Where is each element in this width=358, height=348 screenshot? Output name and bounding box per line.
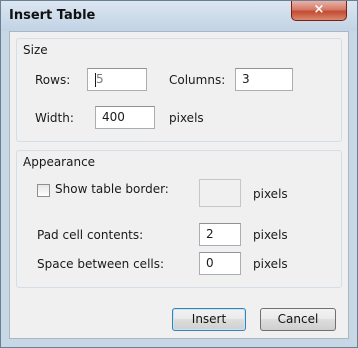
appearance-group: Appearance Show table border: pixels Pad… [16, 150, 342, 288]
show-border-label[interactable]: Show table border: [55, 182, 169, 196]
close-button[interactable]: × [291, 1, 347, 21]
close-icon: × [313, 2, 325, 17]
dialog-title: Insert Table [9, 8, 96, 23]
width-input[interactable]: 400 [95, 106, 155, 129]
columns-input[interactable]: 3 [235, 68, 293, 91]
rows-input[interactable]: 5 [87, 68, 147, 91]
padding-unit: pixels [253, 228, 288, 242]
spacing-unit: pixels [253, 257, 288, 271]
insert-button[interactable]: Insert [172, 308, 246, 331]
spacing-label: Space between cells: [37, 257, 165, 271]
show-border-checkbox[interactable] [37, 184, 50, 197]
width-unit: pixels [169, 111, 204, 125]
rows-label: Rows: [35, 73, 71, 87]
rows-value: 5 [96, 72, 104, 86]
padding-label: Pad cell contents: [37, 228, 144, 242]
spacing-input[interactable]: 0 [199, 252, 241, 275]
appearance-legend: Appearance [23, 155, 96, 169]
width-label: Width: [35, 111, 74, 125]
border-unit: pixels [253, 187, 288, 201]
title-bar[interactable]: Insert Table × [1, 1, 357, 31]
insert-table-dialog: Insert Table × Size Rows: 5 Columns: 3 W… [0, 0, 358, 348]
columns-label: Columns: [169, 73, 226, 87]
dialog-body: Size Rows: 5 Columns: 3 Width: 400 pixel… [9, 31, 349, 339]
size-legend: Size [23, 43, 48, 57]
cancel-button[interactable]: Cancel [260, 308, 336, 331]
border-width-input[interactable] [199, 179, 241, 207]
size-group: Size Rows: 5 Columns: 3 Width: 400 pixel… [16, 38, 342, 142]
padding-input[interactable]: 2 [199, 223, 241, 246]
